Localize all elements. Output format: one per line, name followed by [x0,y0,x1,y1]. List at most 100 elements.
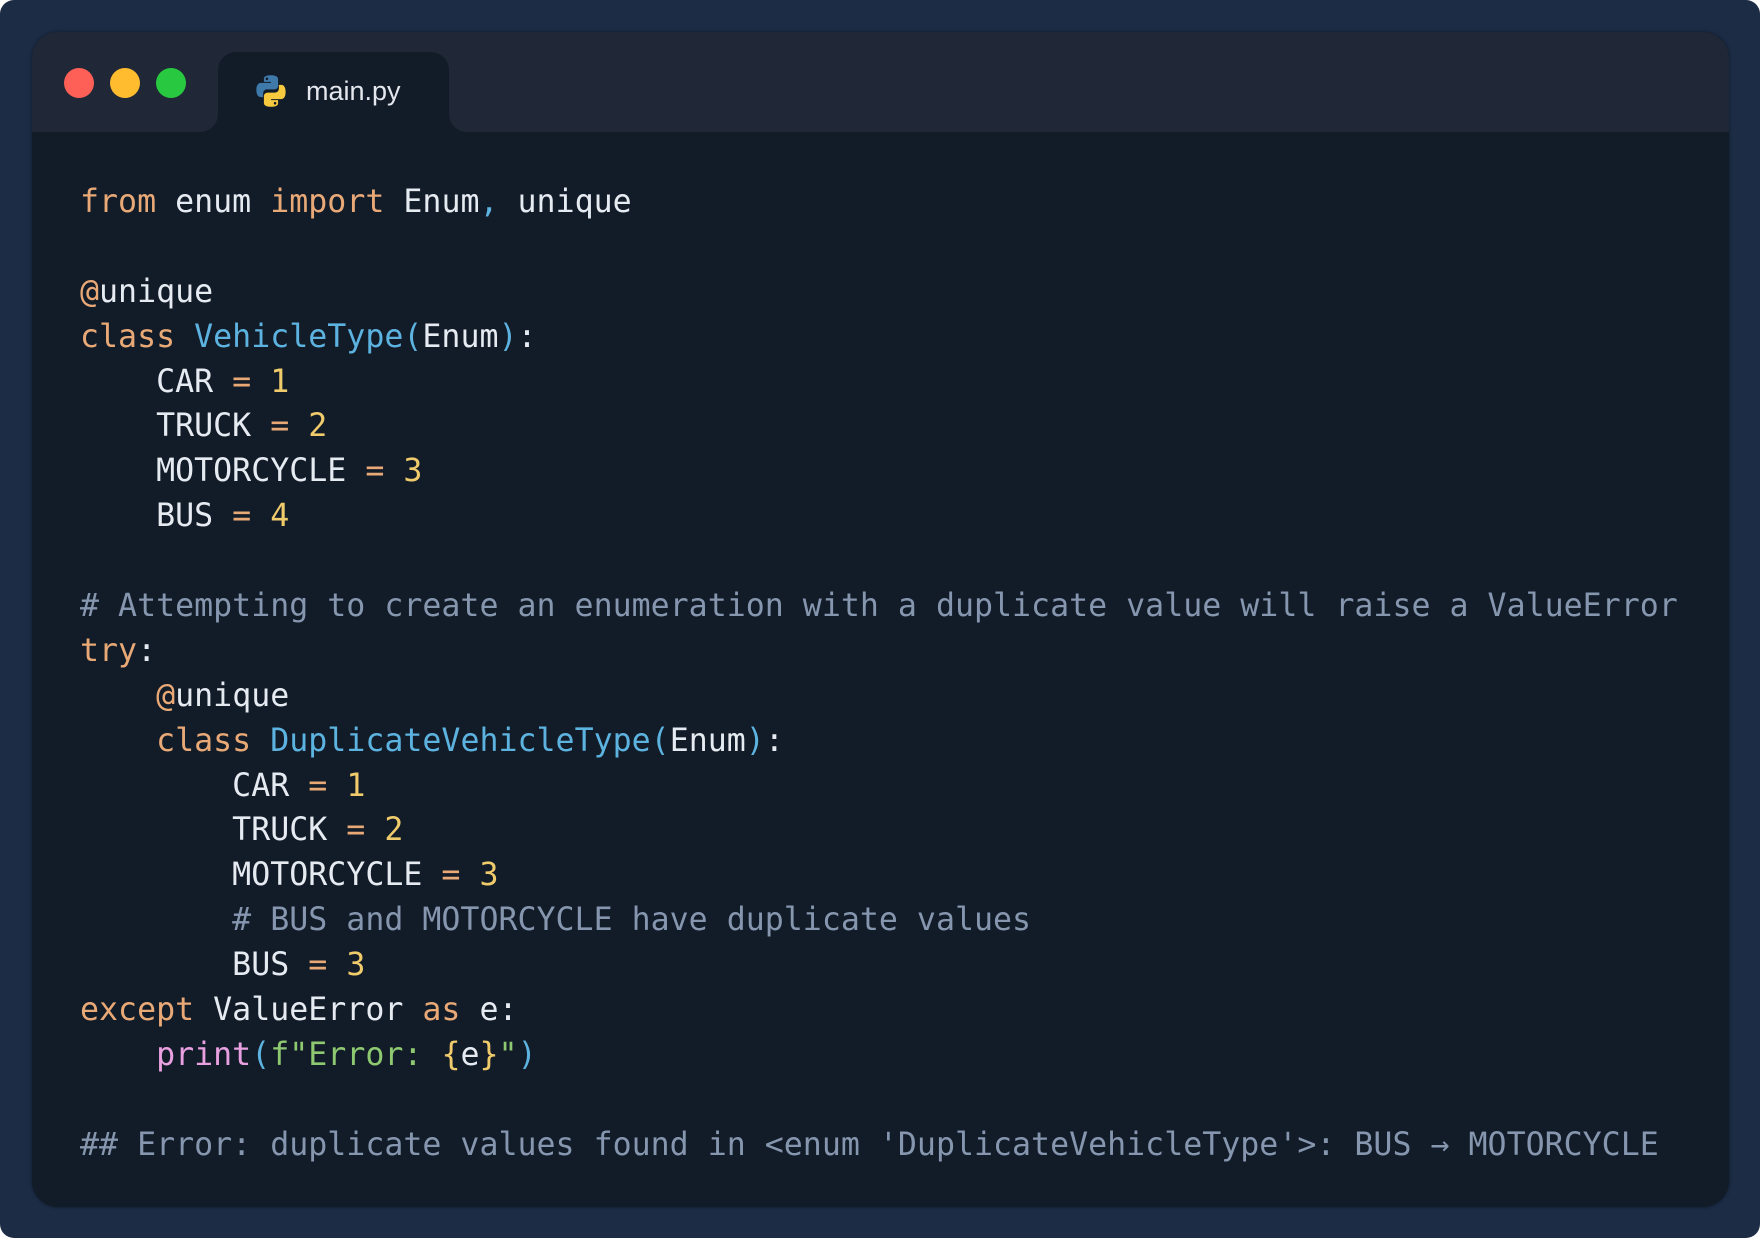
code-line: try: [80,629,1678,674]
python-icon [253,73,289,109]
code-token: = [441,857,460,893]
code-token: 4 [270,498,289,534]
code-token: unique [99,274,213,310]
code-line: print(f"Error: {e}") [80,1033,1678,1078]
code-token: VehicleType [194,319,403,355]
code-line: # Attempting to create an enumeration wi… [80,584,1678,629]
code-token: 3 [346,947,365,983]
code-line: # BUS and MOTORCYCLE have duplicate valu… [80,898,1678,943]
code-line: class VehicleType(Enum): [80,315,1678,360]
code-token [80,1037,156,1073]
code-token: print [156,1037,251,1073]
code-token: enum [156,184,270,220]
code-line: from enum import Enum, unique [80,180,1678,225]
code-line: MOTORCYCLE = 3 [80,853,1678,898]
code-line [80,225,1678,270]
code-token: from [80,184,156,220]
close-button[interactable] [64,68,94,98]
code-token: as [422,992,460,1028]
code-token: = [232,364,251,400]
code-token: ( [403,319,422,355]
code-token: 2 [384,812,403,848]
code-token: except [80,992,194,1028]
code-line: MOTORCYCLE = 3 [80,449,1678,494]
code-token: f"Error: [270,1037,441,1073]
code-token: import [270,184,384,220]
code-line: @unique [80,674,1678,719]
code-line: BUS = 3 [80,943,1678,988]
code-token: unique [175,678,289,714]
code-token: CAR [80,768,308,804]
code-token [327,947,346,983]
code-token: BUS [80,947,308,983]
code-token: unique [499,184,632,220]
code-token: 3 [479,857,498,893]
code-line: TRUCK = 2 [80,808,1678,853]
code-token: ( [251,1037,270,1073]
code-token: } [480,1037,499,1073]
code-token: = [308,768,327,804]
code-line: class DuplicateVehicleType(Enum): [80,719,1678,764]
code-token [80,678,156,714]
code-token: @ [156,678,175,714]
background-frame: main.py from enum import Enum, unique@un… [0,0,1760,1238]
code-line: ## Error: duplicate values found in <enu… [80,1123,1678,1168]
code-token [251,498,270,534]
code-token: = [365,453,384,489]
code-token: = [346,812,365,848]
code-token [251,364,270,400]
code-token: @ [80,274,99,310]
code-token: " [499,1037,518,1073]
code-token [327,768,346,804]
code-token: 1 [270,364,289,400]
code-token: try [80,633,137,669]
code-line: BUS = 4 [80,494,1678,539]
code-token [460,857,479,893]
code-token: 3 [403,453,422,489]
tab-label: main.py [306,74,401,108]
code-token [80,723,156,759]
code-token: = [232,498,251,534]
code-token: : [518,319,537,355]
code-token [175,319,194,355]
code-line: CAR = 1 [80,360,1678,405]
code-token: ## Error: duplicate values found in <enu… [80,1127,1659,1163]
code-window: main.py from enum import Enum, unique@un… [32,32,1729,1207]
code-token: 2 [308,408,327,444]
code-line: @unique [80,270,1678,315]
code-token: { [441,1037,460,1073]
code-token: MOTORCYCLE [80,453,365,489]
minimize-button[interactable] [110,68,140,98]
code-token: # Attempting to create an enumeration wi… [80,588,1678,624]
code-token [289,408,308,444]
code-token [384,453,403,489]
code-token: e: [460,992,517,1028]
code-token [251,723,270,759]
code-token: 1 [346,768,365,804]
code-token: ValueError [194,992,422,1028]
zoom-button[interactable] [156,68,186,98]
code-token: TRUCK [80,408,270,444]
code-token: = [270,408,289,444]
code-line [80,1078,1678,1123]
code-token: ( [651,723,670,759]
tab-main-py[interactable]: main.py [218,52,449,132]
code-token: e [460,1037,479,1073]
code-token: TRUCK [80,812,346,848]
code-token: Enum [422,319,498,355]
code-token: class [156,723,251,759]
code-token: : [765,723,784,759]
code-token: ) [746,723,765,759]
code-line: TRUCK = 2 [80,404,1678,449]
code-editor[interactable]: from enum import Enum, unique@uniqueclas… [80,180,1678,1168]
code-token: DuplicateVehicleType [270,723,650,759]
code-token: class [80,319,175,355]
code-token: , [479,184,498,220]
code-token: : [137,633,156,669]
code-token: Enum [670,723,746,759]
code-token: = [308,947,327,983]
title-bar: main.py [32,32,1729,132]
code-line: CAR = 1 [80,764,1678,809]
code-token: ) [499,319,518,355]
code-token: Enum [384,184,479,220]
